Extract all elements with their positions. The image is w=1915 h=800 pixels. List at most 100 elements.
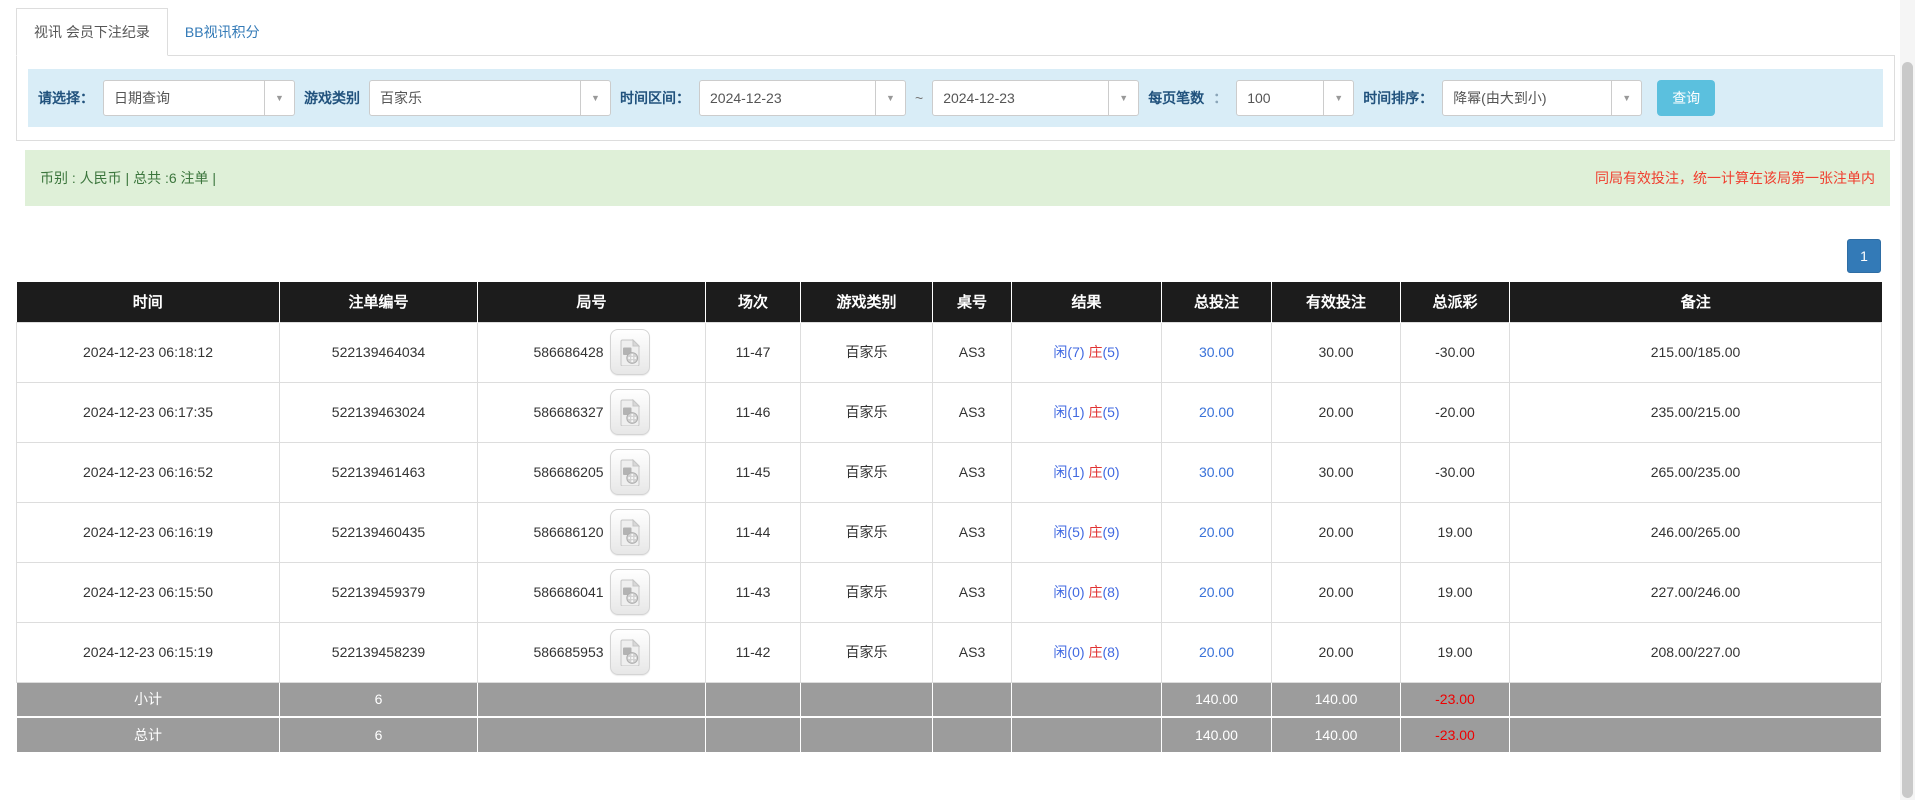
cell-result: 闲(5) 庄(9) [1012,502,1162,562]
table-row: 2024-12-23 06:18:12 522139464034 5866864… [17,322,1882,382]
result-player: 闲(1) [1053,404,1084,420]
betting-records-table: 时间 注单编号 局号 场次 游戏类别 桌号 结果 总投注 有效投注 总派彩 备注… [16,282,1882,753]
query-type-value: 日期查询 [104,88,170,108]
cell-valid-bet: 30.00 [1272,442,1401,502]
total-bet-link[interactable]: 20.00 [1199,404,1234,420]
round-id: 586686041 [533,584,603,600]
cell-table-no: AS3 [933,442,1012,502]
cell-note: 265.00/235.00 [1510,442,1882,502]
total-row: 总计 6 140.00 140.00 -23.00 [17,717,1882,752]
cell-bet-id: 522139461463 [280,442,478,502]
table-row: 2024-12-23 06:15:19 522139458239 5866859… [17,622,1882,682]
cell-payout: -30.00 [1401,442,1510,502]
cell-round: 586686120 [478,502,706,562]
cell-payout: -20.00 [1401,382,1510,442]
cell-payout: 19.00 [1401,622,1510,682]
cell-total-bet: 30.00 [1162,322,1272,382]
video-file-icon [619,639,641,666]
total-bet-link[interactable]: 30.00 [1199,464,1234,480]
filter-panel: 请选择： 日期查询 ▼ 游戏类别 百家乐 ▼ 时间区间： 2024-12-23 … [16,56,1895,141]
total-bet-link[interactable]: 20.00 [1199,644,1234,660]
cell-table-no: AS3 [933,382,1012,442]
cell-time: 2024-12-23 06:15:19 [17,622,280,682]
cell-valid-bet: 20.00 [1272,562,1401,622]
video-file-icon [619,459,641,486]
query-type-select[interactable]: 日期查询 ▼ [103,80,295,116]
header-table-no: 桌号 [933,282,1012,322]
caret-down-icon: ▼ [264,81,294,115]
result-player: 闲(7) [1053,344,1084,360]
cell-time: 2024-12-23 06:18:12 [17,322,280,382]
footer-empty-cell [1012,682,1162,717]
caret-down-icon: ▼ [1611,81,1641,115]
video-replay-button[interactable] [610,569,650,615]
header-game: 游戏类别 [801,282,933,322]
table-row: 2024-12-23 06:16:19 522139460435 5866861… [17,502,1882,562]
round-id: 586686205 [533,464,603,480]
cell-time: 2024-12-23 06:16:19 [17,502,280,562]
date-to-select[interactable]: 2024-12-23 ▼ [932,80,1139,116]
cell-game: 百家乐 [801,562,933,622]
tab-bar: 视讯 会员下注纪录 BB视讯积分 [16,8,1895,56]
video-replay-button[interactable] [610,329,650,375]
summary-bar: 币别 : 人民币 | 总共 :6 注单 | 同局有效投注，统一计算在该局第一张注… [25,150,1890,206]
date-to-value: 2024-12-23 [933,90,1015,106]
footer-empty-cell [706,717,801,752]
footer-empty-cell [478,717,706,752]
round-id: 586686327 [533,404,603,420]
page-1-button[interactable]: 1 [1847,239,1881,273]
footer-empty-cell [1510,717,1882,752]
header-round: 局号 [478,282,706,322]
cell-game: 百家乐 [801,322,933,382]
cell-note: 246.00/265.00 [1510,502,1882,562]
video-replay-button[interactable] [610,389,650,435]
currency-total-info: 币别 : 人民币 | 总共 :6 注单 | [40,168,216,188]
page-size-select[interactable]: 100 ▼ [1236,80,1354,116]
footer-empty-cell [933,717,1012,752]
result-banker: 庄 [1088,404,1102,420]
cell-round: 586686205 [478,442,706,502]
cell-valid-bet: 20.00 [1272,382,1401,442]
query-type-label: 请选择： [38,88,94,108]
search-button[interactable]: 查询 [1657,80,1715,116]
total-bet-link[interactable]: 20.00 [1199,584,1234,600]
total-bet-link[interactable]: 20.00 [1199,524,1234,540]
sort-order-select[interactable]: 降幂(由大到小) ▼ [1442,80,1642,116]
cell-game: 百家乐 [801,622,933,682]
cell-note: 208.00/227.00 [1510,622,1882,682]
cell-total-bet: 20.00 [1162,622,1272,682]
cell-valid-bet: 20.00 [1272,622,1401,682]
footer-empty-cell [706,682,801,717]
footer-empty-cell [1510,682,1882,717]
cell-result: 闲(7) 庄(5) [1012,322,1162,382]
cell-session: 11-42 [706,622,801,682]
cell-note: 215.00/185.00 [1510,322,1882,382]
cell-result: 闲(1) 庄(5) [1012,382,1162,442]
video-replay-button[interactable] [610,449,650,495]
game-category-select[interactable]: 百家乐 ▼ [369,80,611,116]
cell-time: 2024-12-23 06:17:35 [17,382,280,442]
cell-game: 百家乐 [801,442,933,502]
caret-down-icon: ▼ [580,81,610,115]
cell-bet-id: 522139459379 [280,562,478,622]
tab-bb-points[interactable]: BB视讯积分 [168,9,277,55]
total-bet-link[interactable]: 30.00 [1199,344,1234,360]
subtotal-count: 6 [280,682,478,717]
result-player: 闲(1) [1053,464,1084,480]
vertical-scrollbar-thumb[interactable] [1902,62,1913,798]
video-replay-button[interactable] [610,509,650,555]
video-file-icon [619,579,641,606]
header-bet-id: 注单编号 [280,282,478,322]
cell-result: 闲(0) 庄(8) [1012,562,1162,622]
cell-result: 闲(1) 庄(0) [1012,442,1162,502]
header-time: 时间 [17,282,280,322]
cell-round: 586686428 [478,322,706,382]
tab-betting-records[interactable]: 视讯 会员下注纪录 [16,8,168,56]
video-file-icon [619,339,641,366]
header-note: 备注 [1510,282,1882,322]
video-file-icon [619,519,641,546]
date-from-select[interactable]: 2024-12-23 ▼ [699,80,906,116]
video-replay-button[interactable] [610,629,650,675]
cell-table-no: AS3 [933,502,1012,562]
game-category-value: 百家乐 [370,88,422,108]
